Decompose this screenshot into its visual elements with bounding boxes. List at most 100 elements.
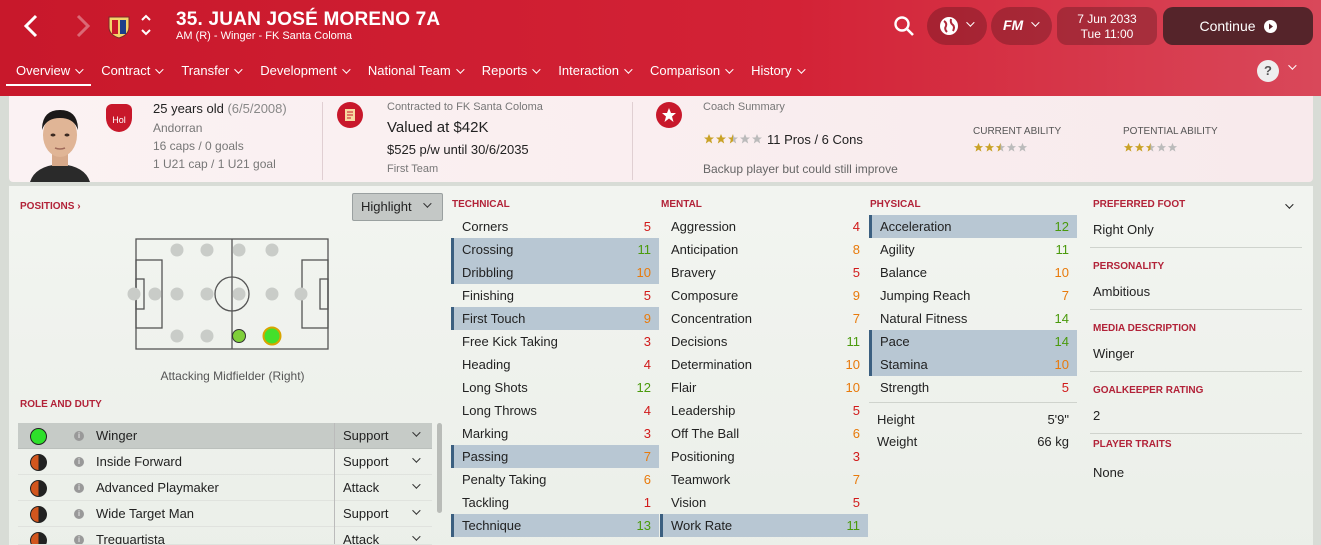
duty-dropdown[interactable]: Attack — [334, 475, 432, 501]
attribute-row-corners[interactable]: Corners 5 — [451, 215, 659, 238]
attribute-row-passing[interactable]: Passing 7 — [451, 445, 659, 468]
attribute-row-flair[interactable]: Flair 10 — [660, 376, 868, 399]
tab-history[interactable]: History — [741, 56, 812, 86]
attribute-row-acceleration[interactable]: Acceleration 12 — [869, 215, 1077, 238]
role-row-advanced-playmaker[interactable]: i Advanced Playmaker Attack — [18, 475, 432, 501]
info-icon[interactable]: i — [74, 483, 84, 493]
role-scrollbar[interactable] — [437, 423, 442, 513]
info-icon[interactable]: i — [74, 431, 84, 441]
info-icon[interactable]: i — [74, 535, 84, 544]
natural-position-dot[interactable] — [262, 326, 282, 346]
attribute-row-tackling[interactable]: Tackling 1 — [451, 491, 659, 514]
world-menu-button[interactable] — [927, 7, 987, 45]
attribute-row-jumping-reach[interactable]: Jumping Reach 7 — [869, 284, 1077, 307]
duty-dropdown[interactable]: Support — [334, 501, 432, 527]
attribute-row-long-throws[interactable]: Long Throws 4 — [451, 399, 659, 422]
attribute-row-balance[interactable]: Balance 10 — [869, 261, 1077, 284]
secondary-position-dot[interactable] — [232, 329, 246, 343]
attribute-name: Penalty Taking — [462, 472, 547, 487]
attribute-row-aggression[interactable]: Aggression 4 — [660, 215, 868, 238]
highlight-dropdown[interactable]: Highlight — [352, 193, 443, 221]
role-name: Wide Target Man — [96, 506, 195, 521]
attribute-row-leadership[interactable]: Leadership 5 — [660, 399, 868, 422]
tab-national-team[interactable]: National Team — [358, 56, 472, 86]
tab-contract[interactable]: Contract — [91, 56, 171, 86]
tab-development[interactable]: Development — [250, 56, 358, 86]
duty-dropdown[interactable]: Support — [334, 423, 432, 449]
attribute-row-penalty-taking[interactable]: Penalty Taking 6 — [451, 468, 659, 491]
positions-title[interactable]: POSITIONS › — [20, 201, 81, 212]
attribute-row-marking[interactable]: Marking 3 — [451, 422, 659, 445]
role-name: Inside Forward — [96, 454, 182, 469]
attribute-row-heading[interactable]: Heading 4 — [451, 353, 659, 376]
attribute-row-off-the-ball[interactable]: Off The Ball 6 — [660, 422, 868, 445]
attribute-row-free-kick-taking[interactable]: Free Kick Taking 3 — [451, 330, 659, 353]
pros-cons[interactable]: 11 Pros / 6 Cons — [767, 132, 863, 147]
attribute-row-strength[interactable]: Strength 5 — [869, 376, 1077, 399]
attribute-row-positioning[interactable]: Positioning 3 — [660, 445, 868, 468]
attribute-row-work-rate[interactable]: Work Rate 11 — [660, 514, 868, 537]
player-value: Valued at $42K — [387, 119, 489, 136]
attribute-row-agility[interactable]: Agility 11 — [869, 238, 1077, 261]
tab-interaction[interactable]: Interaction — [548, 56, 640, 86]
tab-overview[interactable]: Overview — [0, 56, 92, 86]
info-icon[interactable]: i — [74, 457, 84, 467]
attribute-row-decisions[interactable]: Decisions 11 — [660, 330, 868, 353]
attribute-row-dribbling[interactable]: Dribbling 10 — [451, 261, 659, 284]
player-switch-arrows-icon[interactable] — [140, 12, 152, 38]
attribute-row-composure[interactable]: Composure 9 — [660, 284, 868, 307]
attribute-value: 8 — [852, 242, 860, 257]
role-row-trequartista[interactable]: i Trequartista Attack — [18, 527, 432, 545]
attribute-name: Decisions — [671, 334, 728, 349]
attribute-row-finishing[interactable]: Finishing 5 — [451, 284, 659, 307]
attribute-row-natural-fitness[interactable]: Natural Fitness 14 — [869, 307, 1077, 330]
attribute-row-vision[interactable]: Vision 5 — [660, 491, 868, 514]
tab-reports[interactable]: Reports — [472, 56, 549, 86]
divider — [1090, 371, 1302, 372]
attribute-name: Natural Fitness — [880, 311, 968, 326]
forward-arrow-icon[interactable] — [68, 12, 96, 40]
fm-menu-button[interactable]: FM — [991, 7, 1052, 45]
attribute-row-pace[interactable]: Pace 14 — [869, 330, 1077, 353]
duty-dropdown[interactable]: Support — [334, 449, 432, 475]
attribute-row-bravery[interactable]: Bravery 5 — [660, 261, 868, 284]
potential-ability-stars — [1123, 140, 1178, 158]
attribute-row-anticipation[interactable]: Anticipation 8 — [660, 238, 868, 261]
attribute-value: 4 — [852, 219, 860, 234]
duty-dropdown[interactable]: Attack — [334, 527, 432, 544]
attribute-row-stamina[interactable]: Stamina 10 — [869, 353, 1077, 376]
attribute-name: Dribbling — [462, 265, 514, 280]
attribute-row-long-shots[interactable]: Long Shots 12 — [451, 376, 659, 399]
attribute-row-teamwork[interactable]: Teamwork 7 — [660, 468, 868, 491]
role-row-wide-target-man[interactable]: i Wide Target Man Support — [18, 501, 432, 527]
attribute-value: 9 — [643, 311, 651, 326]
pitch-diagram — [127, 238, 329, 350]
attribute-name: Teamwork — [671, 472, 731, 487]
search-icon[interactable] — [893, 15, 915, 37]
info-icon[interactable]: i — [74, 509, 84, 519]
role-row-winger[interactable]: i Winger Support — [18, 423, 432, 449]
height-row: Height 5'9" — [869, 408, 1077, 430]
attribute-row-concentration[interactable]: Concentration 7 — [660, 307, 868, 330]
attribute-row-technique[interactable]: Technique 13 — [451, 514, 659, 537]
attribute-row-determination[interactable]: Determination 10 — [660, 353, 868, 376]
star-icon — [1006, 142, 1017, 152]
role-row-inside-forward[interactable]: i Inside Forward Support — [18, 449, 432, 475]
attribute-value: 5 — [852, 265, 860, 280]
continue-button[interactable]: Continue — [1163, 7, 1313, 45]
player-summary: Hol 25 years old (6/5/2008) Andorran 16 … — [9, 96, 1313, 182]
game-date[interactable]: 7 Jun 2033 Tue 11:00 — [1057, 7, 1157, 45]
role-duty-title: ROLE AND DUTY — [20, 399, 102, 410]
tab-transfer[interactable]: Transfer — [171, 56, 250, 86]
back-arrow-icon[interactable] — [18, 12, 46, 40]
goalkeeper-rating-value: 2 — [1093, 408, 1101, 423]
attribute-name: Bravery — [671, 265, 716, 280]
attribute-row-first-touch[interactable]: First Touch 9 — [451, 307, 659, 330]
attribute-row-crossing[interactable]: Crossing 11 — [451, 238, 659, 261]
help-button[interactable]: ? — [1257, 60, 1279, 82]
physical-divider — [869, 402, 1077, 403]
club-crest-icon[interactable] — [106, 13, 132, 39]
tab-comparison[interactable]: Comparison — [640, 56, 741, 86]
attribute-name: Balance — [880, 265, 927, 280]
chevron-down-icon[interactable] — [1288, 61, 1297, 70]
